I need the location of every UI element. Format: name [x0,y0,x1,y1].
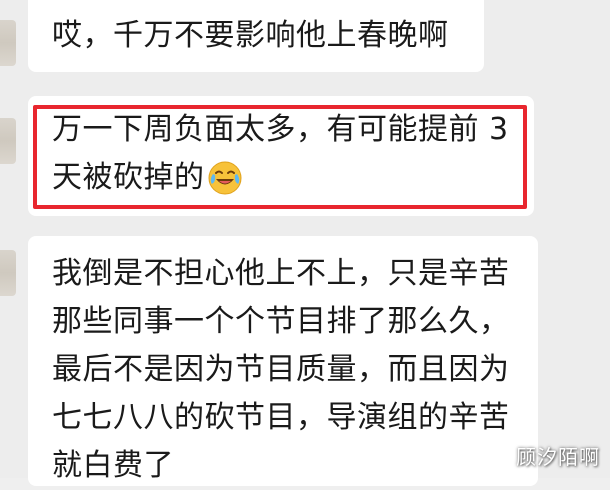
message-text: 最后不是因为节目质量，而且因为 [52,352,510,387]
message-text: 就白费了 [52,448,174,483]
avatar[interactable] [0,250,16,296]
message-text: 那些同事一个个节目排了那么久， [52,304,510,339]
message-bubble[interactable]: 哎，千万不要影响他上春晚啊 [28,0,484,72]
message-text: 哎，千万不要影响他上春晚啊 [52,18,449,53]
watermark: 顾汐陌啊 [516,445,600,469]
avatar[interactable] [0,118,16,164]
message-bubble[interactable]: 我倒是不担心他上不上，只是辛苦 那些同事一个个节目排了那么久， 最后不是因为节目… [28,236,538,486]
chat-screen: 哎，千万不要影响他上春晚啊 万一下周负面太多，有可能提前 3 天被砍掉的 我倒是… [0,0,610,486]
message-text: 七七八八的砍节目，导演组的辛苦 [52,400,510,435]
avatar[interactable] [0,20,16,66]
message-text: 我倒是不担心他上不上，只是辛苦 [52,256,510,291]
highlight-box [33,105,527,209]
